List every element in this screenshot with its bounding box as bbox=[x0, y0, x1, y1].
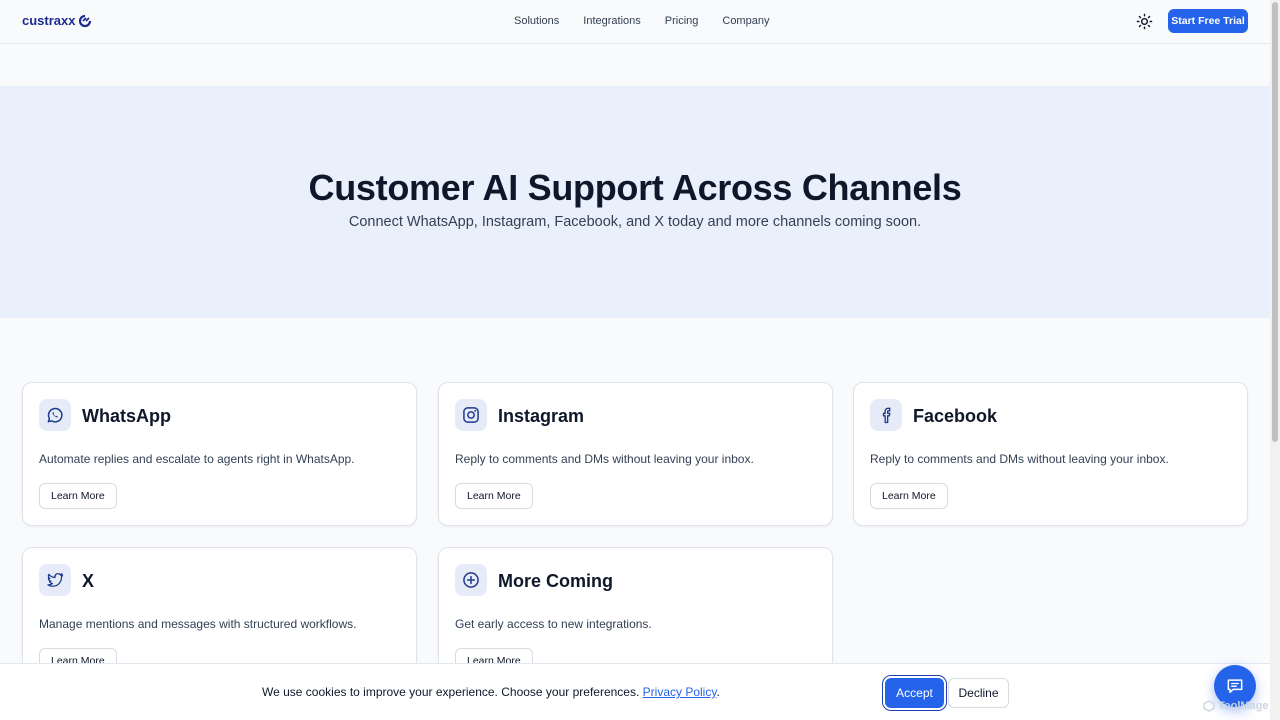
card-description: Manage mentions and messages with struct… bbox=[39, 617, 357, 631]
accept-cookies-button[interactable]: Accept bbox=[885, 678, 944, 708]
card-title: Instagram bbox=[498, 406, 585, 426]
main-nav: Solutions Integrations Pricing Company bbox=[514, 15, 769, 27]
card-title: Facebook bbox=[913, 406, 998, 426]
whatsapp-icon bbox=[39, 399, 71, 431]
card-title: WhatsApp bbox=[82, 406, 171, 426]
start-free-trial-button[interactable]: Start Free Trial bbox=[1168, 9, 1248, 33]
plus-circle-icon bbox=[455, 564, 487, 596]
chat-icon bbox=[1227, 679, 1243, 693]
learn-more-button[interactable]: Learn More bbox=[455, 483, 533, 509]
brand-logo[interactable]: custraxx bbox=[22, 13, 93, 28]
logo-text: custraxx bbox=[22, 13, 76, 28]
hero-section: Customer AI Support Across Channels Conn… bbox=[0, 86, 1270, 318]
watermark-text: ToolMage bbox=[1218, 700, 1269, 712]
nav-pricing[interactable]: Pricing bbox=[665, 15, 699, 27]
cookie-message-text: We use cookies to improve your experienc… bbox=[262, 685, 640, 699]
channel-card-facebook: Facebook Reply to comments and DMs witho… bbox=[853, 382, 1248, 526]
card-description: Reply to comments and DMs without leavin… bbox=[870, 452, 1169, 466]
cookie-consent-bar: We use cookies to improve your experienc… bbox=[0, 663, 1270, 720]
cookie-message: We use cookies to improve your experienc… bbox=[262, 685, 720, 699]
channel-card-whatsapp: WhatsApp Automate replies and escalate t… bbox=[22, 382, 417, 526]
facebook-icon bbox=[870, 399, 902, 431]
card-description: Reply to comments and DMs without leavin… bbox=[455, 452, 754, 466]
page-scrollbar[interactable] bbox=[1270, 0, 1280, 720]
card-title: More Coming bbox=[498, 571, 613, 591]
channel-card-instagram: Instagram Reply to comments and DMs with… bbox=[438, 382, 833, 526]
top-navbar: custraxx Solutions Integrations Pricing … bbox=[0, 0, 1270, 44]
card-description: Get early access to new integrations. bbox=[455, 617, 652, 631]
sun-icon[interactable] bbox=[1136, 13, 1153, 30]
nav-integrations[interactable]: Integrations bbox=[583, 15, 640, 27]
watermark-logo-icon bbox=[1203, 700, 1215, 712]
twitter-icon bbox=[39, 564, 71, 596]
nav-company[interactable]: Company bbox=[722, 15, 769, 27]
nav-solutions[interactable]: Solutions bbox=[514, 15, 559, 27]
learn-more-button[interactable]: Learn More bbox=[39, 483, 117, 509]
learn-more-button[interactable]: Learn More bbox=[870, 483, 948, 509]
card-description: Automate replies and escalate to agents … bbox=[39, 452, 355, 466]
card-title: X bbox=[82, 571, 95, 591]
instagram-icon bbox=[455, 399, 487, 431]
hero-title: Customer AI Support Across Channels bbox=[308, 167, 962, 208]
logo-mark-icon bbox=[79, 14, 92, 27]
hero-subtitle: Connect WhatsApp, Instagram, Facebook, a… bbox=[348, 214, 922, 230]
privacy-policy-link[interactable]: Privacy Policy bbox=[643, 685, 717, 699]
cookie-message-suffix: . bbox=[716, 685, 720, 699]
watermark: ToolMage bbox=[1203, 700, 1269, 712]
scrollbar-thumb[interactable] bbox=[1272, 2, 1278, 442]
decline-cookies-button[interactable]: Decline bbox=[948, 678, 1009, 708]
